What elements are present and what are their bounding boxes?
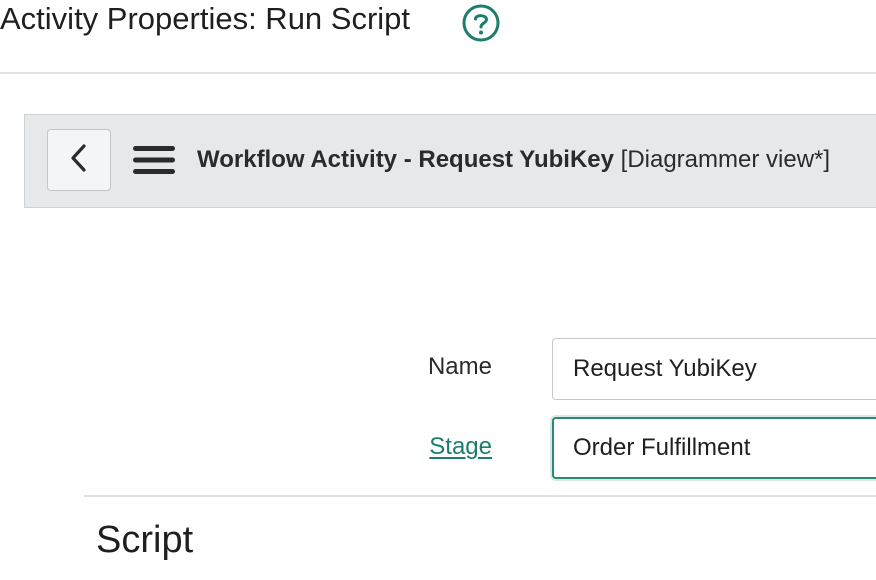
back-button[interactable] [47,129,111,191]
hamburger-menu-icon [133,146,175,181]
form-header-view-name: [Diagrammer view*] [620,146,831,173]
dialog-title: Activity Properties: Run Script [0,1,411,36]
section-divider [84,495,876,497]
script-section-title: Script [96,519,194,561]
stage-input[interactable] [552,417,876,479]
form-header: Workflow Activity - Request YubiKey [Dia… [24,114,876,208]
name-label: Name [427,353,492,380]
stage-link[interactable]: Stage [352,432,492,462]
form-header-record-title: Workflow Activity - Request YubiKey [197,146,614,173]
title-divider [0,72,876,74]
chevron-left-icon [69,143,89,178]
name-input[interactable] [552,338,876,400]
question-circle-icon[interactable] [462,4,500,42]
form-header-title: Workflow Activity - Request YubiKey [Dia… [197,145,830,175]
context-menu-button[interactable] [133,143,175,177]
